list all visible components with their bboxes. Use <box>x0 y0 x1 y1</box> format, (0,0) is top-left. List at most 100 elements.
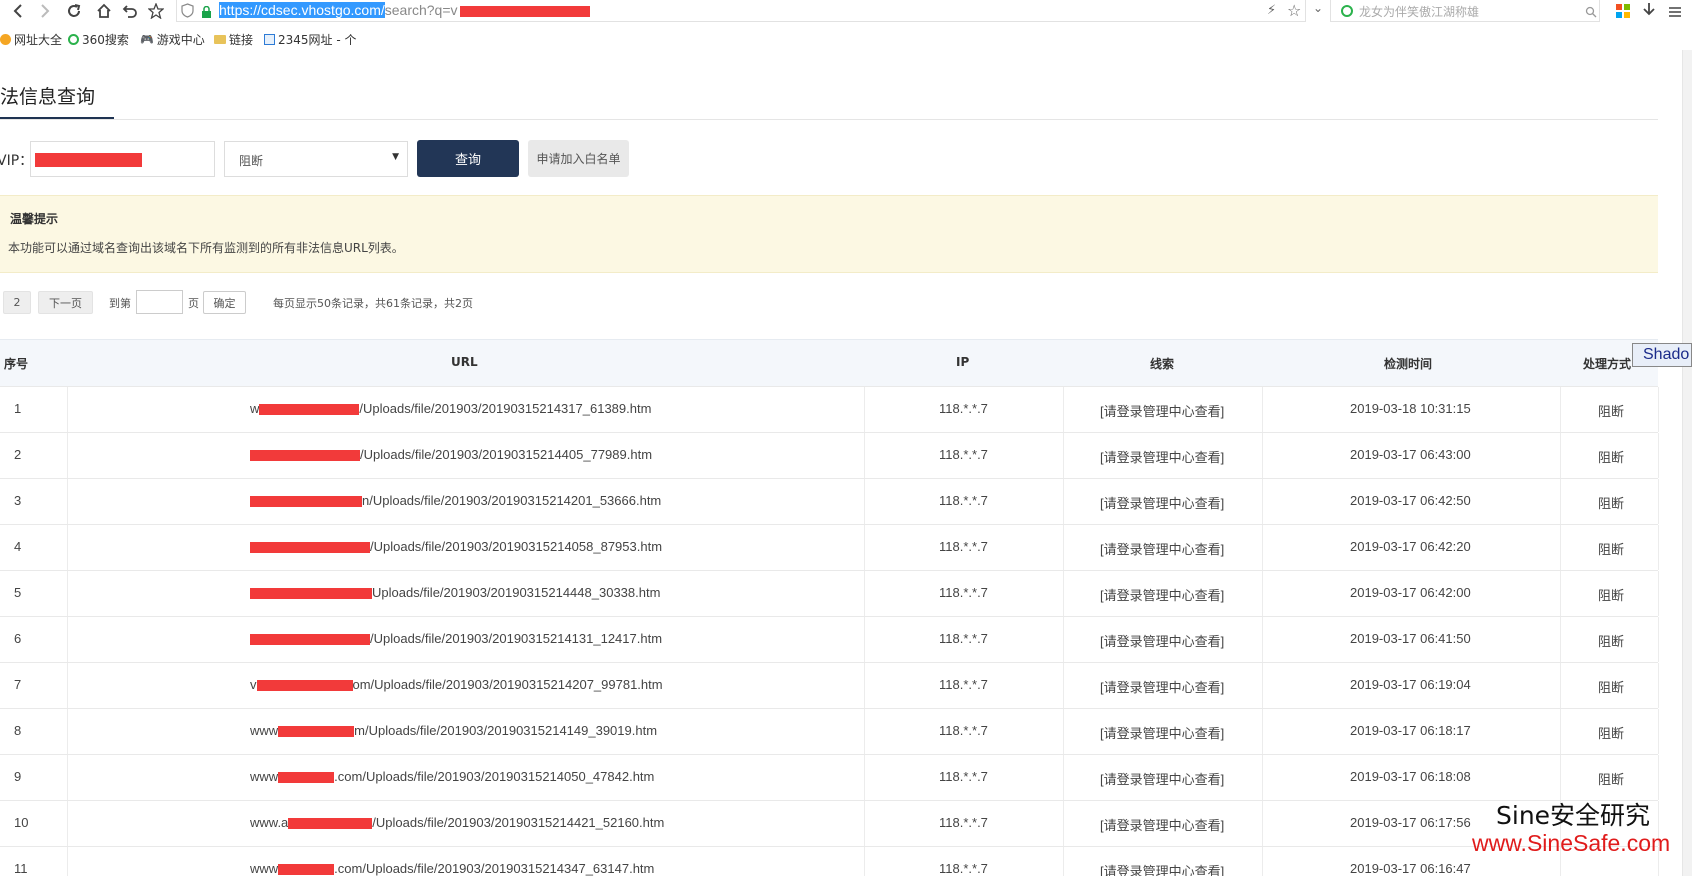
table-row: 3 n/Uploads/file/201903/20190315214201_53… <box>0 478 1659 524</box>
cell-index: 2 <box>14 447 22 462</box>
scrollbar[interactable] <box>1682 50 1692 876</box>
header-ip: IP <box>956 355 970 369</box>
cell-url[interactable]: /Uploads/file/201903/20190315214058_8795… <box>250 539 662 554</box>
url-redaction <box>250 542 370 554</box>
goto-confirm-button[interactable]: 确定 <box>203 291 246 314</box>
table-row: 2/Uploads/file/201903/20190315214405_779… <box>0 432 1659 478</box>
url-suffix: /Uploads/file/201903/20190315214421_5216… <box>372 815 665 830</box>
url-suffix: m/Uploads/file/201903/20190315214149_390… <box>354 723 658 738</box>
url-redaction <box>256 680 353 692</box>
url-prefix: www.a <box>250 815 289 830</box>
column-divider <box>1658 709 1659 754</box>
goto-page-input[interactable] <box>136 290 183 314</box>
column-divider <box>1658 617 1659 662</box>
table-row: 5 Uploads/file/201903/20190315214448_3033… <box>0 570 1659 616</box>
url-redaction <box>250 450 360 462</box>
favorite-star-icon[interactable]: ☆ <box>1287 1 1301 20</box>
url-redaction <box>250 496 362 508</box>
table-row: 9 www .com/Uploads/file/201903/20190315214… <box>0 754 1659 800</box>
column-divider <box>1063 433 1064 478</box>
vip-input[interactable] <box>30 141 215 177</box>
apps-icon[interactable] <box>1616 3 1630 22</box>
star-icon[interactable] <box>146 1 166 21</box>
cell-clue: [请登录管理中心查看] <box>1100 772 1225 787</box>
table-row: 8 www m/Uploads/file/201903/20190315214149… <box>0 708 1659 754</box>
refresh-icon[interactable] <box>64 1 84 21</box>
watermark-url: www.SineSafe.com <box>1472 830 1671 856</box>
cell-clue: [请登录管理中心查看] <box>1100 680 1225 695</box>
cell-url[interactable]: /Uploads/file/201903/20190315214131_1241… <box>250 631 662 646</box>
cell-clue: [请登录管理中心查看] <box>1100 542 1225 557</box>
menu-icon[interactable] <box>1669 3 1681 22</box>
cell-ip: 118.*.*.7 <box>939 861 988 876</box>
dropdown-icon[interactable]: ⌄ <box>1313 1 1323 15</box>
cell-ip: 118.*.*.7 <box>939 401 988 416</box>
cell-url[interactable]: v om/Uploads/file/201903/20190315214207_9… <box>250 677 663 692</box>
cell-clue: [请登录管理中心查看] <box>1100 634 1225 649</box>
cell-action: 阻断 <box>1598 496 1625 511</box>
column-divider <box>1560 525 1561 570</box>
home-icon[interactable] <box>94 1 114 21</box>
action-select[interactable]: 阻断 ▼ <box>224 141 408 177</box>
column-divider <box>864 801 865 846</box>
divider <box>0 119 1658 120</box>
column-divider <box>864 479 865 524</box>
column-divider <box>1560 617 1561 662</box>
url-prefix: www <box>250 723 279 738</box>
table-body: 1 w/Uploads/file/201903/20190315214317_61… <box>0 386 1659 876</box>
bookmark-item[interactable]: 2345网址 - 个 <box>264 31 357 48</box>
url-text[interactable]: https://cdsec.vhostgo.com/search?q=v <box>219 2 590 18</box>
bookmark-item[interactable]: 🎮 游戏中心 <box>140 31 205 48</box>
column-divider <box>1560 479 1561 524</box>
back-icon[interactable] <box>8 1 28 21</box>
column-divider <box>1262 525 1263 570</box>
url-suffix: Uploads/file/201903/20190315214448_30338… <box>372 585 661 600</box>
undo-icon[interactable] <box>120 1 140 21</box>
cell-time: 2019-03-17 06:41:50 <box>1350 631 1471 646</box>
cell-index: 10 <box>14 815 29 830</box>
url-redaction <box>250 588 372 600</box>
column-divider <box>1262 801 1263 846</box>
bookmark-item[interactable]: 网址大全 <box>0 31 62 48</box>
cell-url[interactable]: www m/Uploads/file/201903/20190315214149_… <box>250 723 657 738</box>
column-divider <box>864 387 865 432</box>
url-prefix: www <box>250 861 279 876</box>
column-divider <box>1262 755 1263 800</box>
page-number-button[interactable]: 2 <box>3 291 31 314</box>
column-divider <box>67 663 68 708</box>
vip-label-text: VIP： <box>0 153 34 169</box>
cell-url[interactable]: n/Uploads/file/201903/20190315214201_536… <box>250 493 661 508</box>
cell-url[interactable]: www .com/Uploads/file/201903/201903152143… <box>250 861 654 876</box>
forward-icon[interactable] <box>35 1 55 21</box>
bookmark-item[interactable]: 360搜索 <box>68 31 129 48</box>
column-divider <box>67 525 68 570</box>
search-icon[interactable] <box>1585 3 1597 22</box>
cell-action: 阻断 <box>1598 542 1625 557</box>
query-button[interactable]: 查询 <box>417 140 519 177</box>
cell-clue: [请登录管理中心查看] <box>1100 496 1225 511</box>
next-page-button[interactable]: 下一页 <box>38 291 93 314</box>
column-divider <box>67 433 68 478</box>
lock-icon <box>201 4 212 23</box>
bookmark-item[interactable]: 链接 <box>214 31 253 48</box>
cell-clue: [请登录管理中心查看] <box>1100 726 1225 741</box>
cell-url[interactable]: /Uploads/file/201903/20190315214405_7798… <box>250 447 652 462</box>
download-icon[interactable] <box>1642 2 1656 22</box>
cell-url[interactable]: Uploads/file/201903/20190315214448_30338… <box>250 585 660 600</box>
lightning-icon[interactable]: ⚡ <box>1267 3 1276 18</box>
search-placeholder: 龙女为伴笑傲江湖称雄 <box>1359 5 1480 19</box>
url-redaction <box>278 772 335 784</box>
column-divider <box>67 479 68 524</box>
whitelist-button[interactable]: 申请加入白名单 <box>528 140 629 177</box>
cell-url[interactable]: www .com/Uploads/file/201903/201903152140… <box>250 769 654 784</box>
address-bar[interactable]: https://cdsec.vhostgo.com/search?q=v ⚡ ☆… <box>176 0 1323 23</box>
cell-clue: [请登录管理中心查看] <box>1100 864 1225 876</box>
results-table: 序号 URL IP 线索 检测时间 处理方式 1 w/Uploads/file/2… <box>0 339 1659 876</box>
cell-index: 7 <box>14 677 22 692</box>
column-divider <box>864 571 865 616</box>
column-divider <box>1262 433 1263 478</box>
cell-url[interactable]: www.a/Uploads/file/201903/20190315214421… <box>250 815 664 830</box>
search-box[interactable]: 龙女为伴笑傲江湖称雄 <box>1330 0 1600 22</box>
goto-suffix: 页 <box>188 297 199 310</box>
cell-url[interactable]: w/Uploads/file/201903/20190315214317_613… <box>250 401 651 416</box>
